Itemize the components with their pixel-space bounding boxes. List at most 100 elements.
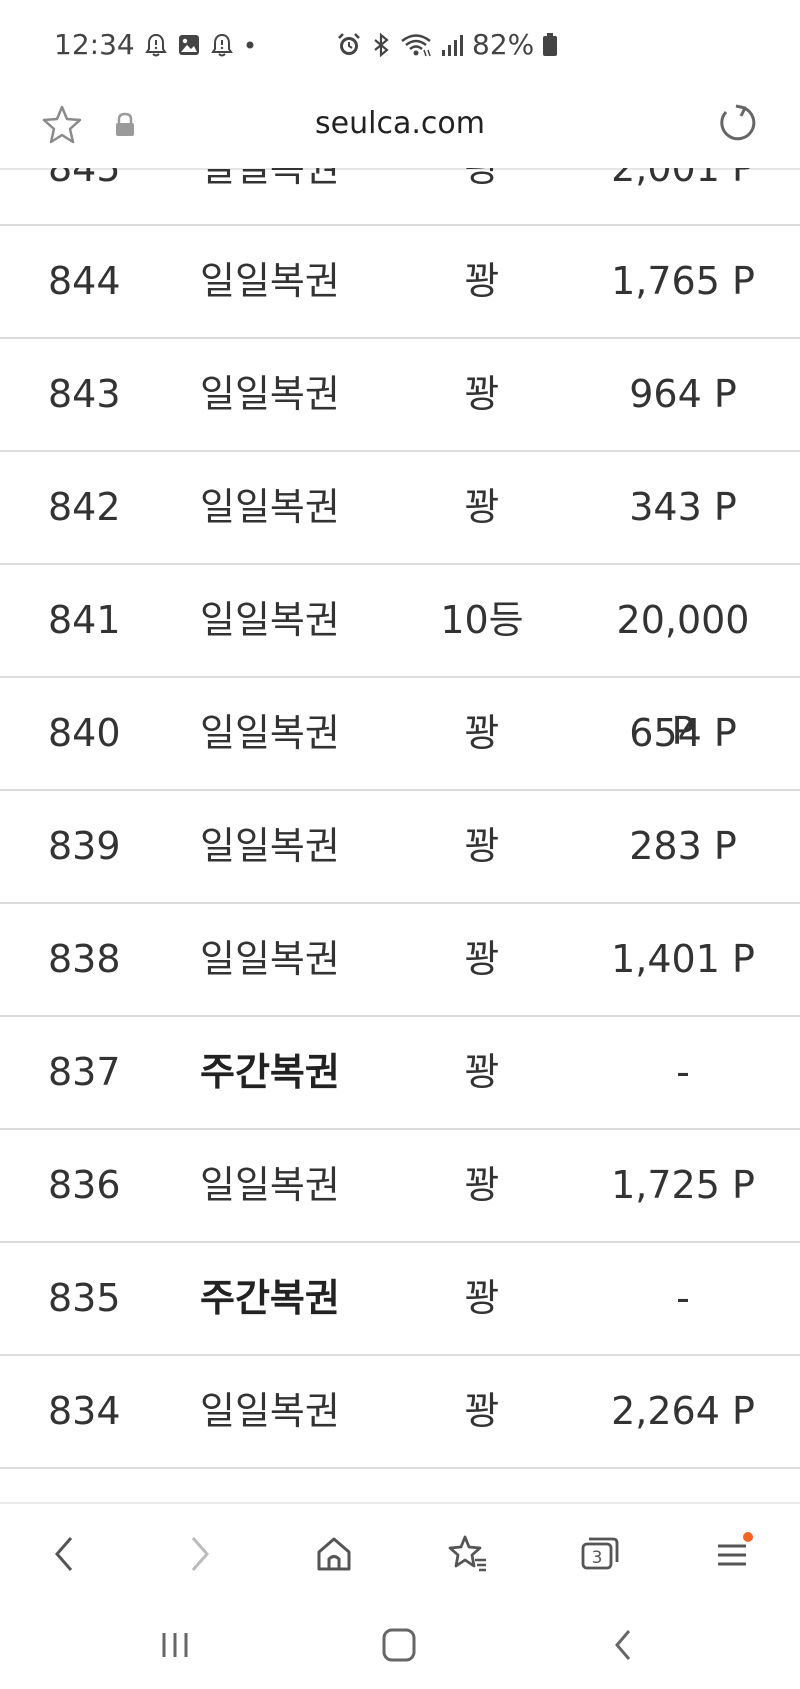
- back-chevron-icon: [615, 1630, 631, 1660]
- row-result: 꽝: [464, 824, 500, 868]
- row-points: 343 P: [629, 485, 737, 529]
- table-row: 837 주간복권 꽝 -: [0, 1017, 800, 1130]
- row-result: 꽝: [464, 1050, 500, 1094]
- row-number: 843: [48, 372, 121, 416]
- notification-bell-icon: [210, 33, 233, 57]
- row-lottery-type: 일일복권: [200, 1163, 340, 1207]
- table-row: 834 일일복권 꽝 2,264 P: [0, 1356, 800, 1469]
- row-points: 1,401 P: [611, 937, 755, 981]
- reload-icon[interactable]: [716, 102, 758, 148]
- home-icon: [317, 1537, 351, 1571]
- row-number: 838: [48, 937, 121, 981]
- row-lottery-type: 일일복권: [200, 372, 340, 416]
- row-result: 꽝: [464, 259, 500, 303]
- row-number: 837: [48, 1050, 121, 1094]
- row-number: 845: [48, 168, 121, 190]
- browser-url-bar: seulca.com: [0, 92, 800, 170]
- row-number: 834: [48, 1389, 121, 1433]
- table-row: 845 일일복권 꽝 2,001 P: [0, 168, 800, 226]
- row-number: 844: [48, 259, 121, 303]
- table-row: 835 주간복권 꽝 -: [0, 1243, 800, 1356]
- row-lottery-type: 주간복권: [200, 1276, 340, 1320]
- row-result: 꽝: [464, 485, 500, 529]
- home-button[interactable]: [302, 1522, 366, 1586]
- tab-count: 3: [592, 1548, 603, 1568]
- status-bar: 12:34 82%: [0, 0, 800, 92]
- tabs-icon: 3: [581, 1537, 619, 1570]
- menu-button[interactable]: [702, 1522, 766, 1586]
- back-button[interactable]: [32, 1522, 96, 1586]
- row-lottery-type: 일일복권: [200, 259, 340, 303]
- system-back-button[interactable]: [594, 1620, 654, 1670]
- battery-icon: [542, 32, 558, 58]
- row-points: 2,001 P: [611, 168, 755, 190]
- row-lottery-type: 일일복권: [200, 1389, 340, 1433]
- row-points: 964 P: [629, 372, 737, 416]
- chevron-right-icon: [191, 1537, 209, 1571]
- home-square-icon: [382, 1628, 416, 1662]
- row-lottery-type: 일일복권: [200, 711, 340, 755]
- url-text[interactable]: seulca.com: [0, 106, 800, 141]
- lottery-history-table: 845 일일복권 꽝 2,001 P 844 일일복권 꽝 1,765 P 843 일일복권 꽝 96…: [0, 168, 800, 1502]
- row-result: 꽝: [464, 937, 500, 981]
- row-result: 10등: [440, 598, 524, 642]
- table-row: 842 일일복권 꽝 343 P: [0, 452, 800, 565]
- recent-apps-button[interactable]: [145, 1620, 205, 1670]
- status-right: 82%: [336, 28, 558, 61]
- system-home-button[interactable]: [369, 1620, 429, 1670]
- forward-button[interactable]: [168, 1522, 232, 1586]
- row-number: 840: [48, 711, 121, 755]
- bookmarks-button[interactable]: [436, 1522, 500, 1586]
- table-row: 841 일일복권 10등 20,000 P: [0, 565, 800, 753]
- row-points: 283 P: [629, 824, 737, 868]
- recent-apps-icon: [162, 1633, 188, 1657]
- row-result: 꽝: [464, 711, 500, 755]
- row-lottery-type: 일일복권: [200, 168, 340, 190]
- row-number: 841: [48, 598, 121, 642]
- signal-icon: [440, 32, 464, 58]
- system-nav-bar: [0, 1602, 800, 1689]
- row-number: 842: [48, 485, 121, 529]
- table-row: 839 일일복권 꽝 283 P: [0, 791, 800, 904]
- status-time: 12:34: [54, 28, 135, 61]
- tabs-button[interactable]: 3: [568, 1522, 632, 1586]
- status-left: 12:34: [54, 28, 257, 61]
- table-row: 838 일일복권 꽝 1,401 P: [0, 904, 800, 1017]
- chevron-left-icon: [55, 1537, 73, 1571]
- table-row: 844 일일복권 꽝 1,765 P: [0, 226, 800, 339]
- table-row: 840 일일복권 꽝 654 P: [0, 678, 800, 791]
- table-rows: 845 일일복권 꽝 2,001 P 844 일일복권 꽝 1,765 P 843 일일복권 꽝 96…: [0, 168, 800, 1469]
- row-lottery-type: 일일복권: [200, 598, 340, 642]
- row-result: 꽝: [464, 1276, 500, 1320]
- row-lottery-type: 주간복권: [200, 1050, 340, 1094]
- row-number: 839: [48, 824, 121, 868]
- bluetooth-icon: [370, 32, 392, 58]
- notification-bell-icon: [144, 33, 167, 57]
- gallery-icon: [177, 33, 201, 57]
- row-points: 2,264 P: [611, 1389, 755, 1433]
- alarm-icon: [336, 32, 362, 58]
- bookmarks-star-icon: [448, 1535, 486, 1572]
- row-points: -: [676, 1276, 690, 1320]
- row-points: 1,725 P: [611, 1163, 755, 1207]
- wifi-icon: [400, 32, 432, 58]
- notification-dot-icon: [743, 1532, 753, 1542]
- battery-percent: 82%: [472, 28, 535, 61]
- dot-icon: [243, 33, 257, 57]
- row-points: -: [676, 1050, 690, 1094]
- row-points: 654 P: [629, 711, 737, 755]
- hamburger-menu-icon: [718, 1532, 753, 1566]
- table-row: 836 일일복권 꽝 1,725 P: [0, 1130, 800, 1243]
- row-number: 836: [48, 1163, 121, 1207]
- row-points: 20,000 P: [616, 598, 750, 753]
- row-result: 꽝: [464, 1389, 500, 1433]
- row-lottery-type: 일일복권: [200, 824, 340, 868]
- row-points: 1,765 P: [611, 259, 755, 303]
- row-number: 835: [48, 1276, 121, 1320]
- table-row: 843 일일복권 꽝 964 P: [0, 339, 800, 452]
- browser-bottom-nav: 3: [0, 1502, 800, 1604]
- row-lottery-type: 일일복권: [200, 937, 340, 981]
- row-result: 꽝: [464, 372, 500, 416]
- row-lottery-type: 일일복권: [200, 485, 340, 529]
- row-result: 꽝: [464, 168, 500, 190]
